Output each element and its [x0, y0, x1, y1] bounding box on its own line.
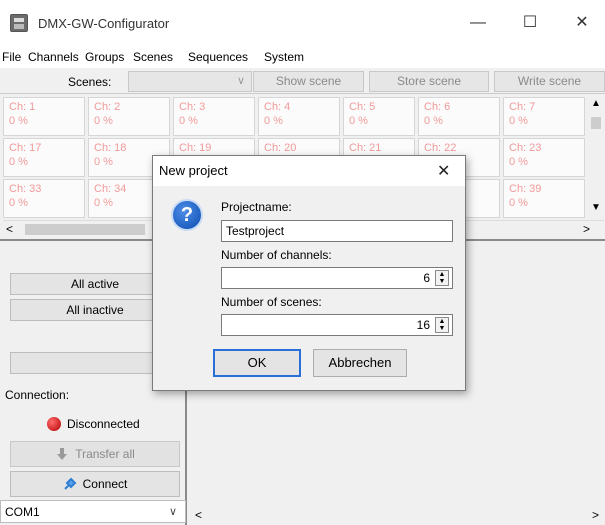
menu-system[interactable]: System — [264, 50, 304, 64]
channel-value: 0 % — [264, 115, 283, 127]
transfer-all-label: Transfer all — [75, 447, 135, 461]
scene-select[interactable]: ∨ — [128, 71, 252, 92]
scroll-right-icon[interactable]: > — [592, 508, 599, 522]
menu-file[interactable]: File — [2, 50, 21, 64]
channel-value: 0 % — [9, 156, 28, 168]
com-port-select[interactable]: COM1 ∨ — [0, 500, 186, 523]
channel-value: 0 % — [9, 197, 28, 209]
question-icon: ? — [171, 199, 203, 231]
channel-number: Ch: 3 — [179, 101, 206, 113]
channel-number: Ch: 21 — [349, 142, 382, 154]
scroll-left-icon[interactable]: < — [6, 222, 13, 236]
new-project-dialog: New project ✕ ? Projectname: Testproject… — [152, 155, 466, 391]
channel-number: Ch: 1 — [9, 101, 36, 113]
connection-label: Connection: — [5, 388, 70, 402]
channel-cell[interactable]: Ch: 5 0 % — [343, 97, 415, 136]
channel-cell[interactable]: Ch: 7 0 % — [503, 97, 585, 136]
channel-number: Ch: 20 — [264, 142, 297, 154]
channel-value: 0 % — [9, 115, 28, 127]
write-scene-button[interactable]: Write scene — [494, 71, 605, 92]
scenes-label: Scenes: — [68, 75, 112, 89]
com-port-value: COM1 — [5, 505, 40, 519]
channel-cell[interactable]: Ch: 39 0 % — [503, 179, 585, 218]
chevron-down-icon: ∨ — [168, 506, 177, 518]
maximize-button[interactable]: ☐ — [515, 10, 545, 36]
channel-number: Ch: 18 — [94, 142, 127, 154]
projectname-label: Projectname: — [221, 200, 292, 214]
transfer-all-button[interactable]: Transfer all — [10, 441, 180, 467]
menu-channels[interactable]: Channels — [28, 50, 79, 64]
scroll-up-icon[interactable]: ▲ — [591, 98, 601, 109]
channel-cell[interactable]: Ch: 17 0 % — [3, 138, 85, 177]
connection-status: Disconnected — [67, 417, 140, 431]
scenes-stepper[interactable]: 16 — [221, 314, 453, 336]
channel-value: 0 % — [179, 115, 198, 127]
channel-cell[interactable]: Ch: 6 0 % — [418, 97, 500, 136]
scroll-thumb[interactable] — [591, 117, 601, 129]
channel-number: Ch: 2 — [94, 101, 121, 113]
menu-sequences[interactable]: Sequences — [188, 50, 248, 64]
channel-cell[interactable]: Ch: 3 0 % — [173, 97, 255, 136]
connect-label: Connect — [82, 477, 128, 491]
dialog-title: New project — [159, 163, 228, 178]
connect-button[interactable]: Connect — [10, 471, 180, 497]
channel-value: 0 % — [424, 115, 443, 127]
channel-cell[interactable]: Ch: 23 0 % — [503, 138, 585, 177]
scenes-count-label: Number of scenes: — [221, 295, 322, 309]
ok-button[interactable]: OK — [213, 349, 301, 377]
scroll-thumb[interactable] — [25, 224, 145, 235]
plug-icon — [63, 475, 77, 490]
scroll-left-icon[interactable]: < — [195, 508, 202, 522]
channel-cell[interactable]: Ch: 33 0 % — [3, 179, 85, 218]
channel-value: 0 % — [349, 115, 368, 127]
menu-groups[interactable]: Groups — [85, 50, 124, 64]
channel-number: Ch: 33 — [9, 183, 42, 195]
channel-number: Ch: 4 — [264, 101, 291, 113]
menu-scenes[interactable]: Scenes — [133, 50, 173, 64]
channels-label: Number of channels: — [221, 248, 332, 262]
channel-number: Ch: 23 — [509, 142, 542, 154]
vertical-scrollbar[interactable]: ▲ ▼ — [588, 95, 604, 220]
status-dot-icon — [47, 417, 61, 431]
channel-number: Ch: 39 — [509, 183, 542, 195]
store-scene-button[interactable]: Store scene — [369, 71, 489, 92]
channel-cell[interactable]: Ch: 2 0 % — [88, 97, 170, 136]
channel-value: 0 % — [509, 197, 528, 209]
bottom-horizontal-scrollbar[interactable]: < > — [189, 506, 605, 525]
show-scene-button[interactable]: Show scene — [253, 71, 364, 92]
channel-number: Ch: 6 — [424, 101, 451, 113]
app-icon — [10, 14, 28, 32]
channel-cell[interactable]: Ch: 1 0 % — [3, 97, 85, 136]
close-button[interactable]: ✕ — [567, 10, 597, 36]
channel-value: 0 % — [509, 156, 528, 168]
transfer-icon — [55, 445, 69, 460]
projectname-input[interactable]: Testproject — [221, 220, 453, 242]
channel-number: Ch: 5 — [349, 101, 376, 113]
channel-value: 0 % — [94, 115, 113, 127]
channel-number: Ch: 22 — [424, 142, 457, 154]
channels-spin-icon[interactable]: ▲ ▼ — [435, 270, 449, 286]
channel-number: Ch: 7 — [509, 101, 536, 113]
minimize-button[interactable]: — — [463, 10, 493, 36]
cancel-button[interactable]: Abbrechen — [313, 349, 407, 377]
chevron-down-icon: ∨ — [236, 75, 245, 87]
scenes-spin-icon[interactable]: ▲ ▼ — [435, 317, 449, 333]
window-title: DMX-GW-Configurator — [38, 16, 170, 31]
channel-number: Ch: 19 — [179, 142, 212, 154]
dialog-close-icon[interactable]: ✕ — [437, 161, 450, 181]
channels-stepper[interactable]: 6 — [221, 267, 453, 289]
channel-value: 0 % — [509, 115, 528, 127]
scroll-right-icon[interactable]: > — [583, 222, 590, 236]
channel-number: Ch: 17 — [9, 142, 42, 154]
channel-cell[interactable]: Ch: 4 0 % — [258, 97, 340, 136]
scroll-down-icon[interactable]: ▼ — [591, 202, 601, 213]
